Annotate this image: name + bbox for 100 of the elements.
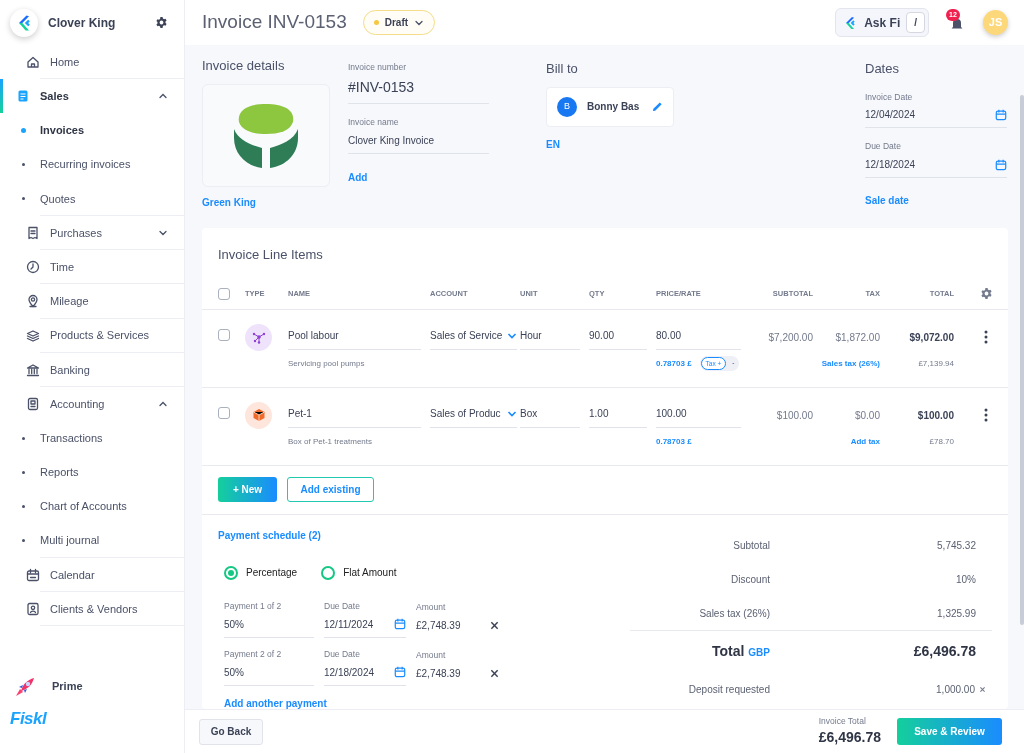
ask-ai-button[interactable]: Ask Fi / <box>835 8 929 37</box>
client-avatar: B <box>557 96 577 117</box>
bullet-dot <box>21 505 25 509</box>
row-checkbox[interactable] <box>218 328 230 341</box>
sidebar-item[interactable]: Banking <box>0 352 184 387</box>
invoice-name-field[interactable]: Clover King Invoice <box>348 128 489 154</box>
item-name-field[interactable]: Pet-1 <box>288 402 421 428</box>
sidebar-item[interactable]: Purchases <box>0 215 184 251</box>
tax-link[interactable]: Sales tax (26%) <box>821 357 880 370</box>
sidebar-subitem[interactable]: Invoices <box>0 113 184 148</box>
sidebar-subitem[interactable]: Multi journal <box>0 523 184 558</box>
field-label: Payment 1 of 2 <box>224 600 283 613</box>
invoice-date-field[interactable]: 12/04/2024 <box>865 103 1007 129</box>
book-icon <box>26 396 40 411</box>
settings-icon[interactable] <box>979 287 993 300</box>
sidebar-subitem[interactable]: Transactions <box>0 421 184 456</box>
sidebar-subitem[interactable]: Quotes <box>0 181 184 216</box>
select-all-checkbox[interactable] <box>218 287 230 300</box>
settings-icon[interactable] <box>155 16 168 29</box>
due-date-field[interactable]: 12/18/2024 <box>865 153 1007 178</box>
field-label: Invoice number <box>348 61 408 74</box>
calendar-icon[interactable] <box>995 108 1007 121</box>
sidebar-item[interactable]: Home <box>0 45 184 80</box>
company-name: Clover King <box>48 14 117 32</box>
percentage-field[interactable]: 50% <box>224 660 314 686</box>
field-label: Due Date <box>324 647 361 661</box>
deposit-label: Deposit requested <box>687 683 770 697</box>
tax-link[interactable]: Add tax <box>850 435 880 448</box>
unit-field[interactable]: Hour <box>520 324 580 350</box>
percentage-field[interactable]: 50% <box>224 612 314 638</box>
more-icon[interactable] <box>984 408 988 422</box>
price-field[interactable]: 100.00 <box>656 402 741 428</box>
field-label: Due Date <box>324 600 361 613</box>
tax-amount: $1,872.00 <box>834 330 881 345</box>
account-dropdown[interactable]: Sales of Produc <box>430 402 517 428</box>
row-checkbox[interactable] <box>218 406 230 419</box>
field-label: Amount <box>416 648 447 662</box>
brand-wordmark: Fiskl <box>10 708 47 728</box>
due-date-field[interactable]: 12/11/2024 <box>324 612 406 638</box>
close-icon[interactable] <box>490 620 499 630</box>
close-icon[interactable] <box>490 668 499 678</box>
invoice-total-value: £6,496.78 <box>818 728 881 748</box>
converted-amount: £78.70 <box>928 435 955 448</box>
layers-icon <box>26 328 40 343</box>
due-date-field[interactable]: 12/18/2024 <box>324 660 406 686</box>
sidebar-item[interactable]: Accounting <box>0 386 184 422</box>
price-field[interactable]: 80.00 <box>656 324 741 350</box>
sidebar-item[interactable]: Sales <box>0 79 184 114</box>
section-title: Invoice details <box>202 57 286 75</box>
sidebar-subitem[interactable]: Reports <box>0 455 184 490</box>
field-label: Invoice Date <box>865 90 914 104</box>
section-title: Dates <box>865 60 900 78</box>
exchange-rate-link[interactable]: 0.78703 £ <box>656 435 692 448</box>
radio-button[interactable] <box>224 565 238 580</box>
calendar-icon[interactable] <box>995 158 1007 171</box>
quantity-field[interactable]: 1.00 <box>589 402 647 428</box>
converted-amount: £7,139.94 <box>917 357 955 370</box>
sidebar-item[interactable]: Clients & Vendors <box>0 592 184 627</box>
sidebar-item[interactable]: Time <box>0 250 184 285</box>
radio-option[interactable]: Percentage <box>224 565 298 580</box>
summary-label: Subtotal <box>732 539 770 553</box>
radio-button[interactable] <box>321 565 336 580</box>
field-label: Payment 2 of 2 <box>224 647 283 661</box>
calendar-icon[interactable] <box>394 666 406 678</box>
status-dropdown[interactable]: Draft <box>362 10 436 35</box>
sidebar-item[interactable]: Calendar <box>0 557 184 592</box>
radio-option[interactable]: Flat Amount <box>321 565 397 580</box>
location-pin-icon <box>26 294 40 309</box>
network-icon <box>251 330 266 344</box>
account-dropdown[interactable]: Sales of Service <box>430 324 517 350</box>
calendar-icon <box>26 567 40 582</box>
sidebar-subitem[interactable]: Chart of Accounts <box>0 489 184 524</box>
sidebar-subitem[interactable]: Recurring invoices <box>0 147 184 182</box>
unit-field[interactable]: Box <box>520 402 580 428</box>
scrollbar[interactable] <box>1020 95 1024 625</box>
field-label: Amount <box>416 601 447 614</box>
bullet-dot <box>21 436 25 440</box>
total-amount: $9,072.00 <box>908 330 955 345</box>
summary-label: Discount <box>730 573 770 587</box>
client-card[interactable]: B Bonny Bas <box>546 86 674 127</box>
quantity-field[interactable]: 90.00 <box>589 324 647 350</box>
home-icon <box>26 55 40 70</box>
back-button[interactable]: Go Back <box>199 718 263 745</box>
total-amount: $100.00 <box>916 408 955 423</box>
contact-card-icon <box>26 602 40 617</box>
section-title: Bill to <box>546 60 579 78</box>
sidebar-item[interactable]: Mileage <box>0 284 184 319</box>
pencil-icon[interactable] <box>652 101 663 112</box>
field-label: Due Date <box>865 140 902 153</box>
total-label: Total <box>711 642 745 661</box>
item-name-field[interactable]: Pool labour <box>288 324 421 350</box>
bullet-dot <box>21 197 25 201</box>
bullet-dot <box>21 163 25 167</box>
subtotal-amount: $7,200.00 <box>767 330 814 345</box>
calendar-icon[interactable] <box>394 618 406 631</box>
more-icon[interactable] <box>984 330 988 344</box>
bank-icon <box>26 362 40 377</box>
invoice-number-field[interactable]: #INV-0153 <box>348 73 489 104</box>
sidebar-item[interactable]: Products & Services <box>0 318 184 353</box>
exchange-rate-link[interactable]: 0.78703 £ <box>656 357 692 370</box>
